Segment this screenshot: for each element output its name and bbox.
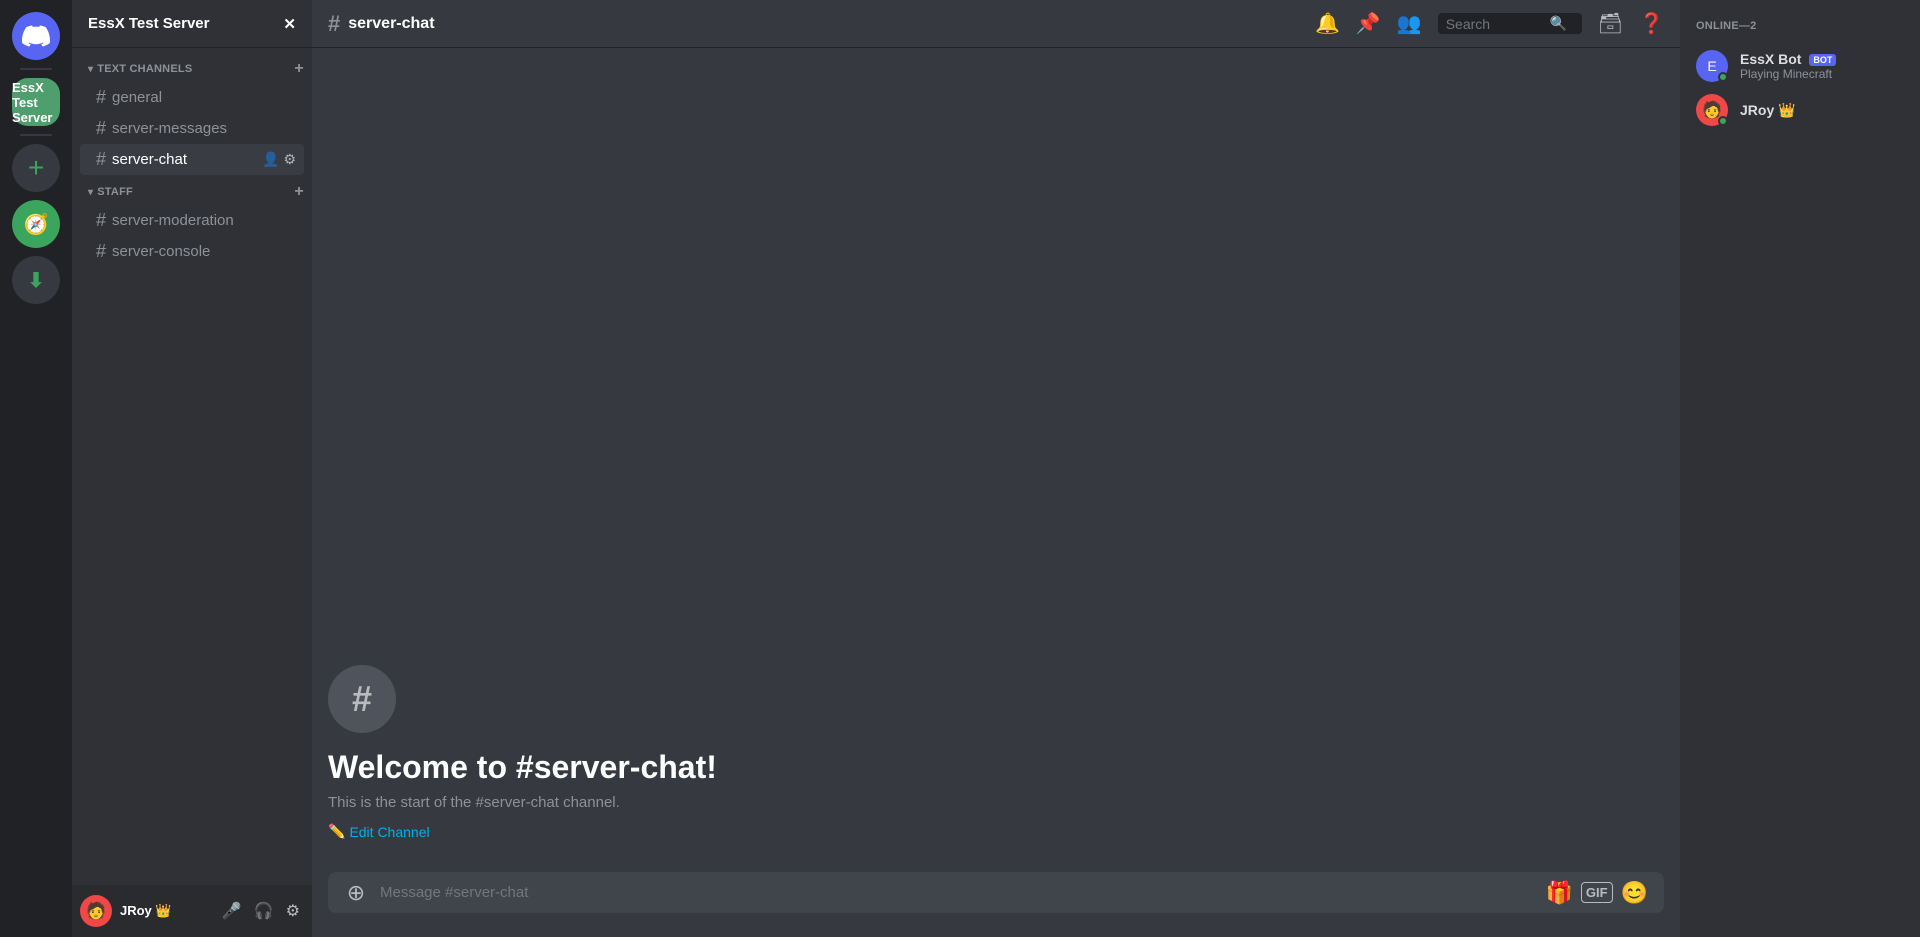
channel-name-server-moderation: server-moderation <box>112 212 234 229</box>
member-avatar-essx-bot: E <box>1696 50 1728 82</box>
gift-icon[interactable]: 🎁 <box>1546 880 1573 906</box>
channel-name-general: general <box>112 89 162 106</box>
member-info-jroy: JRoy 👑 <box>1740 102 1904 119</box>
inbox-icon[interactable]: 🗃 <box>1598 11 1623 36</box>
category-header-staff[interactable]: ▾ STAFF + <box>72 179 312 205</box>
channel-item-general[interactable]: # general <box>80 82 304 113</box>
server-dropdown-icon: ✕ <box>283 15 296 33</box>
welcome-description: This is the start of the #server-chat ch… <box>328 794 1664 811</box>
welcome-title: Welcome to #server-chat! <box>328 749 1664 786</box>
member-name-essx-bot: EssX Bot BOT <box>1740 51 1904 67</box>
hash-icon-server-chat: # <box>96 149 106 170</box>
gif-button[interactable]: GIF <box>1581 882 1613 903</box>
category-header-text-channels[interactable]: ▾ TEXT CHANNELS + <box>72 56 312 82</box>
server-name: EssX Test Server <box>88 15 209 32</box>
add-channel-staff-button[interactable]: + <box>294 183 304 201</box>
hash-icon-server-console: # <box>96 241 106 262</box>
chat-area: # server-chat 🔔 📌 👥 🔍 🗃 ❓ # Welcome t <box>312 0 1680 937</box>
download-apps-button[interactable]: ⬇ <box>12 256 60 304</box>
edit-channel-label: Edit Channel <box>349 824 429 840</box>
member-activity-essx-bot: Playing Minecraft <box>1740 67 1904 81</box>
edit-icon: ✏️ <box>328 823 345 840</box>
deafen-button[interactable]: 🎧 <box>250 897 278 925</box>
channel-name-server-console: server-console <box>112 243 210 260</box>
channel-item-server-console[interactable]: # server-console <box>80 236 304 267</box>
user-area: 🧑 JRoy 👑 🎤 🎧 ⚙ <box>72 885 312 937</box>
channel-sidebar: EssX Test Server ✕ ▾ TEXT CHANNELS + # g… <box>72 0 312 937</box>
help-icon[interactable]: ❓ <box>1639 11 1664 36</box>
chat-input-actions: 🎁 GIF 😊 <box>1546 880 1648 906</box>
mute-button[interactable]: 🎤 <box>218 897 246 925</box>
emoji-picker-button[interactable]: 😊 <box>1621 880 1648 906</box>
jroy-emoji: 👑 <box>1778 102 1795 118</box>
add-channel-text-button[interactable]: + <box>294 60 304 78</box>
user-controls: 🎤 🎧 ⚙ <box>218 897 304 925</box>
channel-list: ▾ TEXT CHANNELS + # general # server-mes… <box>72 48 312 885</box>
search-icon: 🔍 <box>1550 15 1567 32</box>
pin-icon[interactable]: 📌 <box>1356 11 1381 36</box>
discord-home-button[interactable] <box>12 12 60 60</box>
explore-servers-button[interactable]: 🧭 <box>12 200 60 248</box>
message-input[interactable] <box>380 872 1534 913</box>
add-server-button[interactable]: + <box>12 144 60 192</box>
user-info: JRoy 👑 <box>120 903 210 919</box>
member-item-jroy[interactable]: 🧑 JRoy 👑 <box>1688 88 1912 132</box>
notification-bell-icon[interactable]: 🔔 <box>1315 11 1340 36</box>
member-info-essx-bot: EssX Bot BOT Playing Minecraft <box>1740 51 1904 81</box>
current-user-name: JRoy 👑 <box>120 903 210 919</box>
hash-icon-general: # <box>96 87 106 108</box>
server-divider-2 <box>20 134 52 136</box>
chat-header-actions: 🔔 📌 👥 🔍 🗃 ❓ <box>1315 11 1664 36</box>
settings-icon[interactable]: ⚙ <box>283 151 296 168</box>
chat-input-area: ⊕ 🎁 GIF 😊 <box>312 872 1680 937</box>
user-avatar: 🧑 <box>80 895 112 927</box>
search-input[interactable] <box>1446 16 1546 32</box>
category-label-text-channels: TEXT CHANNELS <box>97 63 294 75</box>
hash-icon-server-messages: # <box>96 118 106 139</box>
category-text-channels: ▾ TEXT CHANNELS + # general # server-mes… <box>72 56 312 175</box>
server-sidebar: EssX Test Server + 🧭 ⬇ <box>0 0 72 937</box>
member-avatar-jroy: 🧑 <box>1696 94 1728 126</box>
channel-item-server-messages[interactable]: # server-messages <box>80 113 304 144</box>
welcome-area: # Welcome to #server-chat! This is the s… <box>328 649 1664 856</box>
channel-item-server-moderation[interactable]: # server-moderation <box>80 205 304 236</box>
channel-name-server-chat: server-chat <box>112 151 187 168</box>
hash-icon-server-moderation: # <box>96 210 106 231</box>
search-bar[interactable]: 🔍 <box>1438 13 1582 34</box>
chat-header-channel-name: server-chat <box>348 15 434 33</box>
server-divider <box>20 68 52 70</box>
members-section-title: ONLINE—2 <box>1688 16 1912 36</box>
member-item-essx-bot[interactable]: E EssX Bot BOT Playing Minecraft <box>1688 44 1912 88</box>
channel-item-server-chat[interactable]: # server-chat 👤 ⚙ <box>80 144 304 175</box>
category-collapse-icon-staff: ▾ <box>88 187 93 198</box>
members-icon[interactable]: 👥 <box>1397 11 1422 36</box>
category-staff: ▾ STAFF + # server-moderation # server-c… <box>72 179 312 267</box>
chat-header-hash-icon: # <box>328 11 340 37</box>
status-dot-jroy <box>1718 116 1728 126</box>
bot-badge: BOT <box>1809 54 1836 66</box>
welcome-channel-icon: # <box>328 665 396 733</box>
welcome-hash-symbol: # <box>352 678 372 720</box>
server-label-ets: EssX Test Server <box>12 80 60 125</box>
add-member-icon[interactable]: 👤 <box>262 151 279 168</box>
chat-input-box: ⊕ 🎁 GIF 😊 <box>328 872 1664 913</box>
category-label-staff: STAFF <box>97 186 294 198</box>
channel-action-icons: 👤 ⚙ <box>262 151 296 168</box>
server-header[interactable]: EssX Test Server ✕ <box>72 0 312 48</box>
status-dot-essx-bot <box>1718 72 1728 82</box>
channel-name-server-messages: server-messages <box>112 120 227 137</box>
member-name-jroy: JRoy 👑 <box>1740 102 1904 119</box>
members-sidebar: ONLINE—2 E EssX Bot BOT Playing Minecraf… <box>1680 0 1920 937</box>
edit-channel-button[interactable]: ✏️ Edit Channel <box>328 823 430 840</box>
attach-file-button[interactable]: ⊕ <box>344 880 368 906</box>
user-settings-button[interactable]: ⚙ <box>282 897 304 925</box>
category-collapse-icon: ▾ <box>88 64 93 75</box>
user-emoji: 👑 <box>155 903 171 918</box>
chat-content: # Welcome to #server-chat! This is the s… <box>312 48 1680 872</box>
chat-header: # server-chat 🔔 📌 👥 🔍 🗃 ❓ <box>312 0 1680 48</box>
server-icon-ets[interactable]: EssX Test Server <box>12 78 60 126</box>
